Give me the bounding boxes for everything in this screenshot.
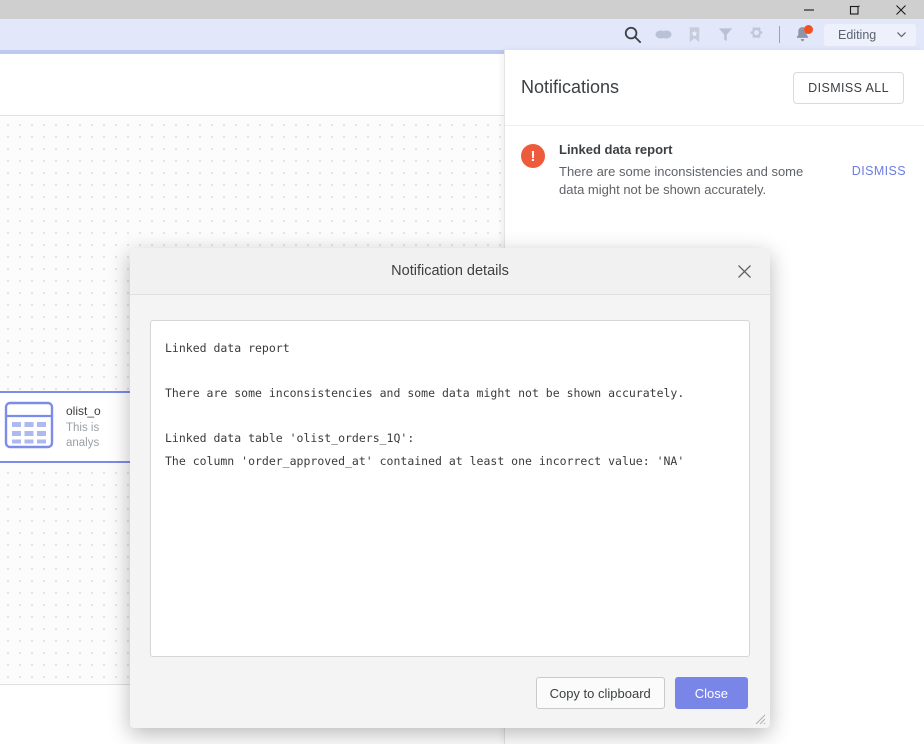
window-titlebar	[0, 0, 924, 19]
bookmark-icon	[689, 27, 700, 43]
gear-icon	[750, 27, 763, 38]
close-icon	[896, 4, 906, 15]
notification-item-description: There are some inconsistencies and some …	[559, 164, 804, 197]
notification-details-text[interactable]: Linked data report There are some incons…	[150, 320, 750, 657]
dialog-title: Notification details	[391, 263, 509, 279]
editing-mode-value: Editing	[838, 27, 877, 42]
close-icon	[737, 264, 751, 278]
close-dialog-button[interactable]: Close	[674, 677, 748, 709]
toolbar-comments-button[interactable]	[648, 19, 679, 50]
window-minimize-button[interactable]	[786, 0, 832, 19]
application-window: Editing olist_o This is analys Notificat…	[0, 0, 924, 744]
dismiss-all-button[interactable]: DISMISS ALL	[793, 71, 904, 104]
maximize-icon	[849, 5, 860, 15]
minimize-icon	[804, 8, 814, 11]
table-icon	[4, 401, 54, 454]
notifications-panel-header: Notifications DISMISS ALL	[505, 50, 924, 126]
toolbar-settings-button[interactable]	[741, 19, 772, 50]
dialog-titlebar: Notification details	[130, 248, 770, 295]
dataset-card-description-line2: analys	[66, 436, 100, 449]
toolbar-filter-button[interactable]	[710, 19, 741, 50]
resize-grip-icon[interactable]	[752, 711, 766, 725]
app-toolbar: Editing	[0, 19, 924, 50]
toolbar-divider	[779, 26, 780, 43]
notifications-panel-title: Notifications	[521, 77, 620, 97]
window-maximize-button[interactable]	[832, 0, 878, 19]
dialog-footer: Copy to clipboard Close	[130, 666, 770, 728]
dataset-card-title: olist_o	[66, 403, 101, 418]
copy-to-clipboard-button[interactable]: Copy to clipboard	[535, 677, 665, 709]
search-icon	[624, 26, 642, 44]
dataset-card-description-line1: This is	[66, 421, 100, 434]
toolbar-notifications-button[interactable]	[787, 19, 818, 50]
editing-mode-dropdown[interactable]: Editing	[824, 23, 916, 46]
comments-icon	[655, 30, 672, 39]
filter-icon	[718, 28, 733, 42]
notification-item-body: Linked data report There are some incons…	[559, 142, 838, 199]
dismiss-notification-link[interactable]: DISMISS	[852, 164, 908, 178]
toolbar-search-button[interactable]	[617, 19, 648, 50]
chevron-down-icon	[895, 28, 908, 41]
dialog-body: Linked data report There are some incons…	[130, 295, 770, 666]
dataset-card-text: olist_o This is analys	[66, 404, 101, 451]
toolbar-bookmark-button[interactable]	[679, 19, 710, 50]
window-close-button[interactable]	[878, 0, 924, 19]
error-icon: !	[521, 144, 545, 168]
notification-details-dialog: Notification details Linked data report …	[130, 248, 770, 728]
dialog-close-icon-button[interactable]	[730, 257, 758, 285]
notification-list-item[interactable]: ! Linked data report There are some inco…	[505, 126, 924, 217]
notification-badge-dot	[804, 25, 813, 34]
notification-item-title: Linked data report	[559, 142, 673, 157]
